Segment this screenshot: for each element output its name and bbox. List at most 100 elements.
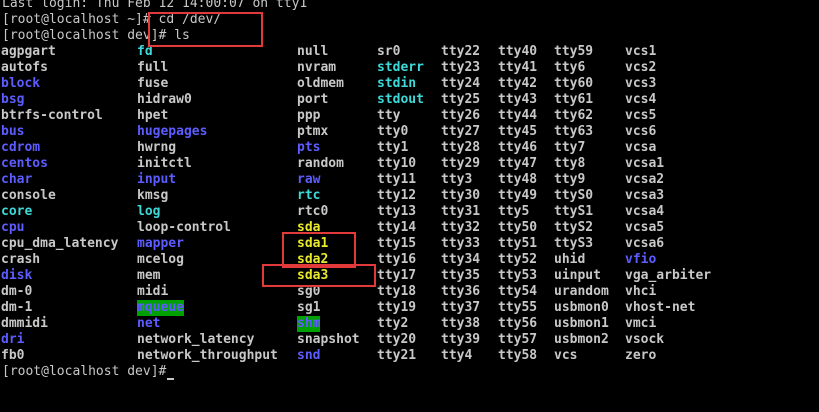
- listing-entry-ptmx: ptmx: [297, 124, 329, 139]
- listing-entry-input: input: [137, 172, 177, 187]
- listing-entry-tty53: tty53: [498, 268, 538, 283]
- listing-entry-mcelog: mcelog: [137, 252, 184, 267]
- listing-entry-fb0: fb0: [1, 348, 25, 363]
- listing-entry-disk: disk: [1, 268, 33, 283]
- listing-entry-vcs6: vcs6: [625, 124, 657, 139]
- listing-entry-sr0: sr0: [377, 44, 401, 59]
- listing-entry-tty30: tty30: [441, 188, 481, 203]
- listing-entry-vcsa: vcsa: [625, 140, 657, 155]
- listing-entry-shm: shm: [297, 316, 321, 332]
- listing-entry-urandom: urandom: [554, 284, 609, 299]
- listing-entry-tty59: tty59: [554, 44, 594, 59]
- listing-entry-tty40: tty40: [498, 44, 538, 59]
- listing-entry-console: console: [1, 188, 56, 203]
- listing-entry-vcs4: vcs4: [625, 92, 657, 107]
- listing-entry-sda: sda: [297, 220, 321, 235]
- listing-entry-tty54: tty54: [498, 284, 538, 299]
- listing-entry-core: core: [1, 204, 33, 219]
- listing-entry-tty35: tty35: [441, 268, 481, 283]
- listing-entry-usbmon0: usbmon0: [554, 300, 609, 315]
- listing-entry-vcsa1: vcsa1: [625, 156, 665, 171]
- listing-entry-vmci: vmci: [625, 316, 657, 331]
- listing-entry-cpu: cpu: [1, 220, 25, 235]
- final-prompt-line: [root@localhost dev]#: [2, 364, 175, 380]
- listing-entry-vhost-net: vhost-net: [625, 300, 696, 315]
- listing-entry-loop-control: loop-control: [137, 220, 231, 235]
- listing-entry-tty21: tty21: [377, 348, 417, 363]
- listing-entry-snd: snd: [297, 348, 321, 363]
- listing-entry-fuse: fuse: [137, 76, 169, 91]
- listing-entry-autofs: autofs: [1, 60, 48, 75]
- last-login-line: Last login: Thu Feb 12 14:00:07 on tty1: [2, 0, 308, 11]
- listing-entry-vcsa4: vcsa4: [625, 204, 665, 219]
- cursor: [167, 378, 175, 380]
- listing-entry-ttyS2: ttyS2: [554, 220, 594, 235]
- listing-entry-mapper: mapper: [137, 236, 184, 251]
- listing-entry-tty7: tty7: [554, 140, 586, 155]
- listing-entry-port: port: [297, 92, 329, 107]
- listing-entry-tty32: tty32: [441, 220, 481, 235]
- listing-entry-tty50: tty50: [498, 220, 538, 235]
- listing-entry-tty23: tty23: [441, 60, 481, 75]
- listing-entry-tty55: tty55: [498, 300, 538, 315]
- listing-entry-tty22: tty22: [441, 44, 481, 59]
- listing-entry-sg0: sg0: [297, 284, 321, 299]
- listing-entry-vhci: vhci: [625, 284, 657, 299]
- listing-entry-tty14: tty14: [377, 220, 417, 235]
- listing-entry-tty31: tty31: [441, 204, 481, 219]
- listing-entry-btrfs-control: btrfs-control: [1, 108, 103, 123]
- listing-entry-full: full: [137, 60, 169, 75]
- listing-entry-sda2: sda2: [297, 252, 329, 267]
- listing-entry-tty62: tty62: [554, 108, 594, 123]
- listing-entry-tty24: tty24: [441, 76, 481, 91]
- listing-entry-tty34: tty34: [441, 252, 481, 267]
- listing-entry-sda1: sda1: [297, 236, 329, 251]
- listing-entry-dm-0: dm-0: [1, 284, 33, 299]
- listing-entry-tty33: tty33: [441, 236, 481, 251]
- listing-entry-vga_arbiter: vga_arbiter: [625, 268, 712, 283]
- listing-entry-tty0: tty0: [377, 124, 409, 139]
- listing-entry-dri: dri: [1, 332, 25, 347]
- listing-entry-tty2: tty2: [377, 316, 409, 331]
- listing-entry-tty51: tty51: [498, 236, 538, 251]
- listing-entry-crash: crash: [1, 252, 41, 267]
- listing-entry-network_latency: network_latency: [137, 332, 255, 347]
- listing-entry-tty36: tty36: [441, 284, 481, 299]
- listing-entry-ttyS3: ttyS3: [554, 236, 594, 251]
- listing-entry-cpu_dma_latency: cpu_dma_latency: [1, 236, 119, 251]
- listing-entry-vcs5: vcs5: [625, 108, 657, 123]
- listing-entry-uhid: uhid: [554, 252, 586, 267]
- listing-entry-tty52: tty52: [498, 252, 538, 267]
- listing-entry-tty39: tty39: [441, 332, 481, 347]
- listing-entry-tty25: tty25: [441, 92, 481, 107]
- listing-entry-pts: pts: [297, 140, 321, 155]
- listing-entry-tty10: tty10: [377, 156, 417, 171]
- listing-entry-sda3: sda3: [297, 268, 329, 283]
- listing-entry-tty63: tty63: [554, 124, 594, 139]
- listing-entry-bsg: bsg: [1, 92, 25, 107]
- listing-entry-tty16: tty16: [377, 252, 417, 267]
- listing-entry-bus: bus: [1, 124, 25, 139]
- listing-entry-tty47: tty47: [498, 156, 538, 171]
- listing-entry-ppp: ppp: [297, 108, 321, 123]
- listing-entry-tty28: tty28: [441, 140, 481, 155]
- listing-entry-vcsa3: vcsa3: [625, 188, 665, 203]
- listing-entry-zero: zero: [625, 348, 657, 363]
- listing-entry-rtc0: rtc0: [297, 204, 329, 219]
- listing-entry-tty12: tty12: [377, 188, 417, 203]
- listing-entry-agpgart: agpgart: [1, 44, 56, 59]
- listing-entry-random: random: [297, 156, 344, 171]
- listing-entry-tty27: tty27: [441, 124, 481, 139]
- listing-entry-stdin: stdin: [377, 76, 417, 91]
- listing-entry-tty56: tty56: [498, 316, 538, 331]
- listing-entry-tty20: tty20: [377, 332, 417, 347]
- listing-entry-centos: centos: [1, 156, 48, 171]
- listing-entry-midi: midi: [137, 284, 169, 299]
- listing-entry-mqueue: mqueue: [137, 300, 184, 316]
- listing-entry-hwrng: hwrng: [137, 140, 177, 155]
- listing-entry-vcsa2: vcsa2: [625, 172, 665, 187]
- listing-entry-nvram: nvram: [297, 60, 337, 75]
- listing-entry-stdout: stdout: [377, 92, 424, 107]
- listing-entry-tty15: tty15: [377, 236, 417, 251]
- listing-entry-usbmon2: usbmon2: [554, 332, 609, 347]
